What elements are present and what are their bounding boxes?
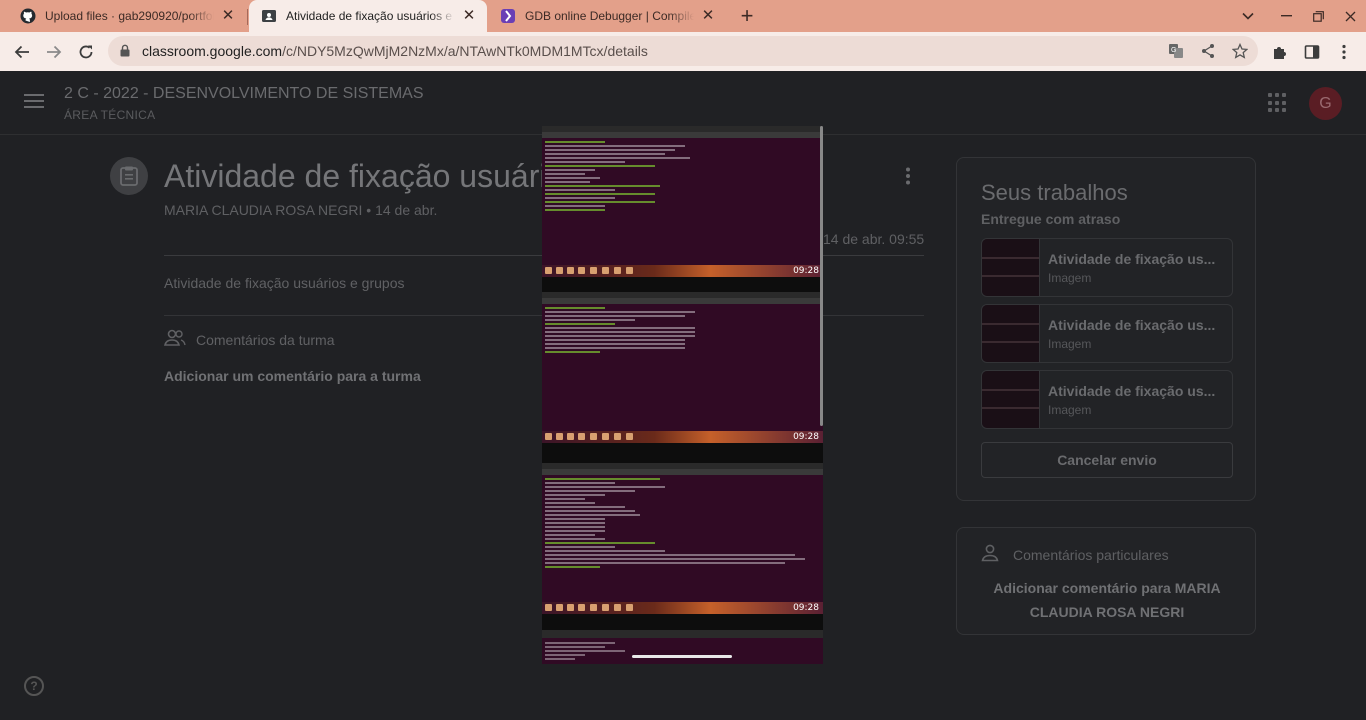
private-comments-label: Comentários particulares: [1013, 547, 1169, 563]
close-tab-icon[interactable]: ✕: [461, 8, 477, 24]
attachment-type: Imagem: [1048, 271, 1092, 285]
attachment-thumbnail: [982, 305, 1040, 362]
terminal-screenshot: 09:28: [542, 126, 823, 297]
add-class-comment-link[interactable]: Adicionar um comentário para a turma: [164, 368, 421, 384]
attachment-item[interactable]: Atividade de fixação us... Imagem: [981, 238, 1233, 297]
terminal-clock: 09:28: [793, 432, 819, 442]
private-comments-card: Comentários particulares Adicionar comen…: [956, 527, 1256, 635]
gdb-icon: [500, 8, 516, 24]
back-arrow-icon[interactable]: [10, 40, 34, 64]
minimize-window-icon[interactable]: [1270, 0, 1302, 32]
tab-classroom[interactable]: Atividade de fixação usuários e grupos ✕: [249, 0, 487, 32]
terminal-screenshot: [542, 630, 823, 664]
attachment-type: Imagem: [1048, 337, 1092, 351]
bookmark-star-icon[interactable]: [1232, 43, 1248, 59]
translate-icon[interactable]: G: [1168, 43, 1184, 59]
tab-title: Upload files · gab290920/portfolio: [45, 9, 214, 23]
svg-text:G: G: [1171, 47, 1176, 54]
person-icon: [981, 544, 999, 567]
assignment-icon: [110, 157, 148, 195]
forward-arrow-icon[interactable]: [42, 40, 66, 64]
attachment-item[interactable]: Atividade de fixação us... Imagem: [981, 304, 1233, 363]
attachment-name: Atividade de fixação us...: [1048, 383, 1216, 399]
extensions-puzzle-icon[interactable]: [1268, 40, 1292, 64]
assignment-edited-date: 14 de abr. 09:55: [823, 231, 925, 247]
main-menu-icon[interactable]: [24, 93, 48, 113]
share-icon[interactable]: [1200, 43, 1216, 59]
classroom-icon: [261, 8, 277, 24]
image-viewer[interactable]: 09:28 09:28 09:28: [542, 126, 823, 664]
more-options-icon[interactable]: [906, 167, 918, 187]
browser-toolbar: classroom.google.com/c/NDY5MzQwMjM2NzMx/…: [0, 32, 1366, 71]
tab-title: GDB online Debugger | Compiler: [525, 9, 694, 23]
your-work-title: Seus trabalhos: [981, 180, 1128, 205]
attachment-thumbnail: [982, 371, 1040, 428]
close-tab-icon[interactable]: ✕: [220, 8, 236, 24]
tab-github[interactable]: Upload files · gab290920/portfolio ✕: [8, 0, 246, 32]
attachment-type: Imagem: [1048, 403, 1092, 417]
lock-icon[interactable]: [120, 44, 130, 62]
unsubmit-button[interactable]: Cancelar envio: [981, 442, 1233, 478]
terminal-screenshot: 09:28: [542, 292, 823, 463]
tab-title: Atividade de fixação usuários e grupos: [286, 9, 455, 23]
url-path: /c/NDY5MzQwMjM2NzMx/a/NTAwNTk0MDM1MTcx/d…: [282, 43, 648, 59]
class-section: ÁREA TÉCNICA: [64, 108, 156, 122]
close-tab-icon[interactable]: ✕: [700, 8, 716, 24]
people-icon: [163, 329, 186, 352]
terminal-screenshot: 09:28: [542, 463, 823, 634]
github-icon: [20, 8, 36, 24]
tab-strip: Upload files · gab290920/portfolio ✕ Ati…: [0, 0, 1366, 32]
attachment-name: Atividade de fixação us...: [1048, 317, 1216, 333]
help-icon[interactable]: ?: [24, 676, 44, 696]
reload-icon[interactable]: [74, 40, 98, 64]
tab-search-chevron-icon[interactable]: [1232, 0, 1264, 32]
restore-window-icon[interactable]: [1302, 0, 1334, 32]
viewer-scroll-indicator[interactable]: [632, 655, 732, 658]
google-apps-icon[interactable]: [1268, 93, 1288, 113]
add-private-comment-link[interactable]: Adicionar comentário para MARIA CLAUDIA …: [981, 576, 1233, 624]
chrome-menu-icon[interactable]: [1332, 40, 1356, 64]
attachment-thumbnail: [982, 239, 1040, 296]
attachment-item[interactable]: Atividade de fixação us... Imagem: [981, 370, 1233, 429]
your-work-card: Seus trabalhos Entregue com atraso Ativi…: [956, 157, 1256, 501]
url-host: classroom.google.com: [142, 43, 283, 59]
assignment-description: Atividade de fixação usuários e grupos: [164, 275, 405, 291]
class-comments-label: Comentários da turma: [196, 332, 335, 348]
terminal-clock: 09:28: [793, 266, 819, 276]
account-avatar[interactable]: G: [1309, 87, 1342, 120]
url-text: classroom.google.com/c/NDY5MzQwMjM2NzMx/…: [142, 36, 648, 66]
class-name[interactable]: 2 C - 2022 - DESENVOLVIMENTO DE SISTEMAS: [64, 85, 424, 103]
side-panel-icon[interactable]: [1300, 40, 1324, 64]
terminal-clock: 09:28: [793, 603, 819, 613]
submission-status: Entregue com atraso: [981, 211, 1121, 227]
attachment-name: Atividade de fixação us...: [1048, 251, 1216, 267]
address-bar[interactable]: classroom.google.com/c/NDY5MzQwMjM2NzMx/…: [108, 36, 1258, 66]
close-window-icon[interactable]: [1334, 0, 1366, 32]
tab-gdb[interactable]: GDB online Debugger | Compiler ✕: [488, 0, 726, 32]
assignment-author-date: MARIA CLAUDIA ROSA NEGRI • 14 de abr.: [164, 202, 438, 218]
new-tab-plus-icon[interactable]: +: [737, 5, 757, 27]
viewer-scrollbar[interactable]: [820, 126, 823, 426]
tab-separator: [247, 9, 248, 25]
